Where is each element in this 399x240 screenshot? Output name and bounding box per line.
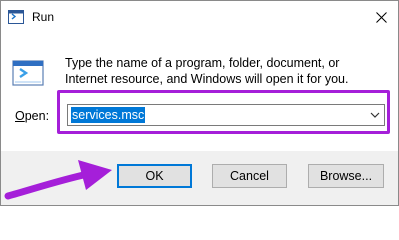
annotation-arrow-icon	[4, 160, 112, 200]
title-bar[interactable]: Run	[1, 1, 398, 33]
description-text: Type the name of a program, folder, docu…	[65, 56, 349, 86]
annotation-highlight-box	[57, 90, 390, 134]
close-button[interactable]	[365, 1, 398, 33]
open-label-rest: pen:	[24, 109, 50, 123]
ok-button[interactable]: OK	[117, 164, 192, 188]
window-title: Run	[32, 10, 55, 24]
run-app-icon	[8, 10, 24, 24]
run-window-icon	[12, 60, 44, 86]
cancel-button[interactable]: Cancel	[212, 164, 287, 188]
close-icon	[376, 11, 387, 23]
open-label: Open:	[15, 109, 49, 123]
browse-button[interactable]: Browse...	[308, 164, 384, 188]
open-label-access-key: O	[15, 109, 25, 123]
